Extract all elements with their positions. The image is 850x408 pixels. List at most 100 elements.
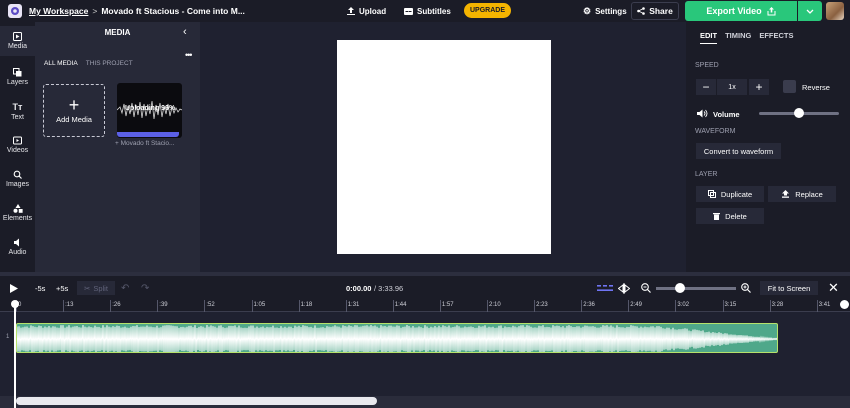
reverse-checkbox[interactable] — [783, 80, 796, 93]
upgrade-button[interactable]: UPGRADE — [464, 3, 511, 18]
skip-back-5s-button[interactable]: -5s — [35, 276, 45, 300]
settings-label: Settings — [595, 6, 627, 16]
tab-effects[interactable]: EFFECTS — [759, 31, 793, 44]
zoom-in-icon[interactable] — [741, 276, 751, 300]
ruler-tick-label: 2:49 — [630, 302, 642, 308]
volume-label: Volume — [713, 110, 740, 119]
elements-icon — [13, 204, 23, 213]
more-options-icon[interactable]: ••• — [185, 50, 193, 60]
split-label: Split — [93, 283, 108, 293]
export-video-button[interactable]: Export Video — [685, 1, 797, 21]
editor-window: My Workspace > Movado ft Stacious - Come… — [0, 0, 850, 408]
rail-item-text[interactable]: Tт Text — [0, 96, 35, 126]
ruler-tick-line — [392, 300, 394, 312]
app-logo-icon[interactable] — [8, 4, 22, 18]
replace-button[interactable]: Replace — [768, 186, 836, 202]
ruler-tick-label: :52 — [206, 302, 215, 308]
undo-icon[interactable]: ↶ — [121, 276, 129, 300]
subtitles-button[interactable]: Subtitles — [404, 0, 451, 22]
layer-heading: LAYER — [695, 171, 718, 178]
audio-waveform — [17, 324, 777, 352]
export-label: Export Video — [706, 6, 762, 16]
trash-icon — [713, 213, 721, 220]
snap-toggle-icon[interactable] — [597, 276, 613, 300]
ruler-tick-line — [110, 300, 112, 312]
upload-button[interactable]: Upload — [347, 0, 386, 22]
ruler-tick-label: 1:18 — [300, 302, 313, 308]
layers-icon — [13, 68, 22, 77]
ruler-tick-line — [628, 300, 630, 312]
volume-slider-handle[interactable] — [794, 108, 804, 118]
playhead-handle[interactable] — [11, 300, 19, 308]
horizontal-scrollbar[interactable] — [16, 397, 377, 405]
project-title[interactable]: Movado ft Stacious - Come into M... — [101, 6, 251, 16]
add-media-button[interactable]: + Add Media — [43, 84, 105, 137]
tab-edit[interactable]: EDIT — [700, 31, 718, 44]
duplicate-button[interactable]: Duplicate — [696, 186, 764, 202]
audio-clip[interactable] — [16, 323, 778, 353]
rail-item-images[interactable]: Images — [0, 164, 35, 194]
media-tabs: ALL MEDIA THIS PROJECT — [44, 60, 133, 67]
rail-label-text: Text — [11, 113, 24, 121]
zoom-slider[interactable] — [656, 287, 736, 290]
delete-button[interactable]: Delete — [696, 208, 764, 224]
split-button[interactable]: ✂ Split — [77, 281, 115, 295]
chevron-down-icon — [806, 9, 814, 14]
upload-label: Upload — [359, 6, 387, 16]
tab-timing[interactable]: TIMING — [725, 31, 751, 44]
ruler-tick-label: 1:31 — [347, 302, 360, 308]
ruler-tick-label: 1:44 — [394, 302, 407, 308]
skip-forward-5s-button[interactable]: +5s — [56, 276, 68, 300]
convert-to-waveform-button[interactable]: Convert to waveform — [696, 143, 781, 159]
share-icon — [637, 7, 645, 15]
ruler-tick-line — [157, 300, 159, 312]
timeline-end-handle[interactable] — [840, 300, 849, 309]
ruler-tick-label: :39 — [159, 302, 168, 308]
workspace-link[interactable]: My Workspace — [29, 6, 88, 16]
tab-this-project[interactable]: THIS PROJECT — [86, 60, 133, 67]
media-panel: MEDIA ‹ ••• ALL MEDIA THIS PROJECT + Add… — [35, 22, 200, 272]
track-number: 1 — [6, 334, 10, 340]
rail-item-elements[interactable]: Elements — [0, 198, 35, 228]
text-icon: Tт — [12, 101, 23, 112]
zoom-slider-handle[interactable] — [675, 283, 685, 293]
ruler-tick-line — [722, 300, 724, 312]
close-timeline-icon[interactable]: ✕ — [828, 276, 839, 300]
tab-all-media[interactable]: ALL MEDIA — [44, 60, 78, 67]
speed-decrease-button[interactable]: − — [696, 79, 716, 95]
ruler-tick-line — [251, 300, 253, 312]
fit-to-screen-button[interactable]: Fit to Screen — [760, 281, 818, 295]
settings-button[interactable]: ⚙ Settings — [583, 0, 627, 22]
video-canvas[interactable] — [337, 40, 551, 254]
track-area: 1 — [0, 312, 850, 408]
ruler-tick-label: 3:02 — [677, 302, 690, 308]
ruler-tick-line — [439, 300, 441, 312]
rail-label-audio: Audio — [8, 249, 27, 256]
play-button[interactable] — [10, 276, 18, 300]
media-thumbnail[interactable]: Uploading 96% — [117, 83, 182, 138]
playhead[interactable] — [14, 302, 16, 408]
ruler-tick-line — [298, 300, 300, 312]
rail-item-layers[interactable]: Layers — [0, 62, 35, 92]
total-duration: / 3:33.96 — [374, 283, 404, 293]
export-options-button[interactable] — [798, 1, 822, 21]
rail-item-videos[interactable]: Videos — [0, 130, 35, 160]
ruler-tick-line — [581, 300, 583, 312]
avatar[interactable] — [826, 2, 844, 20]
zoom-out-icon[interactable] — [641, 276, 651, 300]
ruler-tick-label: 1:05 — [253, 302, 266, 308]
rail-item-audio[interactable]: Audio — [0, 232, 35, 262]
audio-split-icon[interactable] — [618, 276, 630, 300]
replace-icon — [782, 190, 790, 198]
share-button[interactable]: Share — [631, 2, 679, 20]
rail-item-media[interactable]: Media — [0, 26, 35, 56]
redo-icon[interactable]: ↷ — [141, 276, 149, 300]
share-label: Share — [649, 6, 673, 16]
ruler-tick-label: 3:28 — [771, 302, 784, 308]
media-file-name: + Movado ft Stacio... — [115, 140, 175, 147]
collapse-panel-icon[interactable]: ‹ — [183, 26, 187, 38]
timeline-ruler[interactable]: 0:13:26:39:52 1:05 1:18 1:31 1:44 1:57 2:10 2:2… — [0, 300, 850, 312]
ruler-tick-label: 2:36 — [583, 302, 595, 308]
speed-increase-button[interactable]: + — [749, 79, 769, 95]
top-bar: My Workspace > Movado ft Stacious - Come… — [0, 0, 850, 22]
